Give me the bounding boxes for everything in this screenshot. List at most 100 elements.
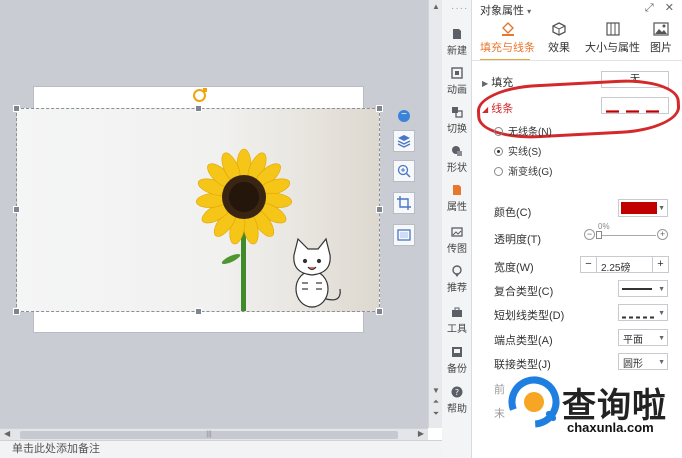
magnifier-logo-icon xyxy=(508,376,560,428)
backup-icon xyxy=(452,347,462,357)
cap-type-value: 平面 xyxy=(623,335,643,346)
sidebar-label: 帮助 xyxy=(447,404,467,415)
radio-label: 无线条(N) xyxy=(508,127,552,138)
scroll-thumb[interactable]: ||| xyxy=(20,431,398,439)
sidebar-label: 切换 xyxy=(447,124,467,135)
animation-icon xyxy=(451,67,463,79)
resize-handle-bottom[interactable] xyxy=(195,308,202,315)
horizontal-scrollbar[interactable]: ◀ ||| ▶ xyxy=(0,428,428,440)
crop-icon[interactable] xyxy=(393,192,415,214)
collapse-panel-icon[interactable]: ⤢ xyxy=(645,2,654,14)
resize-handle-bottom-right[interactable] xyxy=(376,308,383,315)
close-icon[interactable]: ✕ xyxy=(665,2,674,14)
panel-window-controls: ⤢ ✕ xyxy=(645,1,674,15)
vertical-scrollbar[interactable]: ▲ ▼ ⏶ ⏷ xyxy=(428,0,442,428)
notes-area[interactable]: 单击此处添加备注 xyxy=(0,440,442,458)
zoom-in-icon[interactable] xyxy=(393,160,415,182)
sidebar-item-backup[interactable]: 备份 xyxy=(442,346,472,375)
picture-frame-icon[interactable] xyxy=(393,224,415,246)
recommend-icon xyxy=(452,265,462,277)
tab-effects[interactable]: 效果 xyxy=(548,22,570,55)
radio-label: 渐变线(G) xyxy=(508,167,553,178)
upload-image-icon xyxy=(451,227,463,237)
compound-type-dropdown[interactable]: ▼ xyxy=(618,280,668,297)
sidebar-label: 形状 xyxy=(447,163,467,174)
tab-label: 效果 xyxy=(548,42,570,54)
resize-handle-top[interactable] xyxy=(195,105,202,112)
sidebar-item-upload-image[interactable]: 传图 xyxy=(442,226,472,255)
tab-fill-and-line[interactable]: 填充与线条 xyxy=(480,22,535,55)
tab-size-and-properties[interactable]: 大小与属性 xyxy=(585,22,640,55)
resize-handle-top-right[interactable] xyxy=(376,105,383,112)
scroll-down-icon[interactable]: ▼ xyxy=(432,386,440,395)
sidebar-item-transition[interactable]: 切换 xyxy=(442,106,472,135)
new-file-icon xyxy=(453,29,461,39)
radio-solid-line[interactable]: 实线(S) xyxy=(494,143,541,158)
panel-title[interactable]: 对象属性 ▾ xyxy=(480,2,531,18)
decrement-button[interactable]: − xyxy=(581,257,597,272)
next-page-icon[interactable]: ⏷ xyxy=(432,410,440,418)
tab-label: 填充与线条 xyxy=(480,42,535,54)
radio-no-line[interactable]: 无线条(N) xyxy=(494,123,552,138)
increase-icon[interactable]: + xyxy=(657,229,668,240)
collapse-toolbar-button[interactable]: − xyxy=(398,110,410,122)
resize-handle-bottom-left[interactable] xyxy=(13,308,20,315)
svg-text:?: ? xyxy=(455,388,459,397)
shape-icon xyxy=(452,146,462,156)
sidebar-item-new[interactable]: 新建 xyxy=(442,28,472,57)
dropdown-arrow-icon: ▼ xyxy=(658,286,665,293)
rotate-handle[interactable] xyxy=(193,88,207,102)
tab-label: 图片 xyxy=(650,42,672,54)
dropdown-arrow-icon[interactable]: ▾ xyxy=(527,7,531,16)
increment-button[interactable]: + xyxy=(652,257,668,272)
dropdown-arrow-icon: ▼ xyxy=(658,359,665,366)
width-value[interactable]: 2.25磅 xyxy=(601,259,630,274)
width-stepper[interactable]: − 2.25磅 + xyxy=(580,256,669,274)
notes-placeholder: 单击此处添加备注 xyxy=(12,443,100,455)
dropdown-arrow-icon: ▼ xyxy=(658,310,665,317)
radio-selected-icon xyxy=(494,147,503,156)
sidebar-item-toolbox[interactable]: 工具 xyxy=(442,306,472,335)
panel-title-text: 对象属性 xyxy=(480,5,524,17)
slider-thumb[interactable] xyxy=(596,231,602,239)
cap-type-label: 端点类型(A) xyxy=(494,335,553,347)
sidebar-label: 推荐 xyxy=(447,283,467,294)
resize-handle-top-left[interactable] xyxy=(13,105,20,112)
dash-type-dropdown[interactable]: ▼ xyxy=(618,304,668,321)
cap-type-dropdown[interactable]: 平面 ▼ xyxy=(618,329,668,346)
tab-picture[interactable]: 图片 xyxy=(650,22,672,55)
sidebar-label: 传图 xyxy=(447,244,467,255)
sidebar-label: 新建 xyxy=(447,46,467,57)
radio-label: 实线(S) xyxy=(508,147,542,158)
dash-type-label: 短划线类型(D) xyxy=(494,310,565,322)
sidebar-item-recommend[interactable]: 推荐 xyxy=(442,265,472,294)
slider-track xyxy=(596,235,656,236)
color-picker[interactable]: ▼ xyxy=(618,199,668,217)
picture-icon xyxy=(653,22,669,36)
resize-handle-left[interactable] xyxy=(13,206,20,213)
radio-circle-icon xyxy=(494,167,503,176)
watermark-logo xyxy=(505,373,563,431)
watermark-url: chaxunla.com xyxy=(567,420,654,435)
resize-handle-right[interactable] xyxy=(376,206,383,213)
layers-icon[interactable] xyxy=(393,130,415,152)
join-type-label: 联接类型(J) xyxy=(494,359,551,371)
radio-gradient-line[interactable]: 渐变线(G) xyxy=(494,163,552,178)
prev-page-icon[interactable]: ⏶ xyxy=(432,398,440,406)
arrow-end-label: 末 xyxy=(494,408,505,420)
expand-arrow-icon: ▶ xyxy=(482,79,489,88)
sidebar-item-animation[interactable]: 动画 xyxy=(442,67,472,96)
selected-picture[interactable] xyxy=(16,108,380,312)
sidebar-item-shape[interactable]: 形状 xyxy=(442,145,472,174)
slide-canvas[interactable]: − xyxy=(0,0,428,428)
decrease-icon[interactable]: − xyxy=(584,229,595,240)
transparency-slider[interactable]: − 0% + xyxy=(584,222,670,244)
join-type-dropdown[interactable]: 圆形 ▼ xyxy=(618,353,668,370)
radio-circle-icon xyxy=(494,127,503,136)
scroll-up-icon[interactable]: ▲ xyxy=(432,2,440,11)
arrow-front-label: 前 xyxy=(494,384,505,396)
transparency-value: 0% xyxy=(598,222,610,231)
drag-grip-icon[interactable]: ···· xyxy=(451,3,468,14)
sidebar-item-help[interactable]: ? 帮助 xyxy=(442,386,472,415)
sidebar-item-properties[interactable]: 属性 xyxy=(442,184,472,213)
